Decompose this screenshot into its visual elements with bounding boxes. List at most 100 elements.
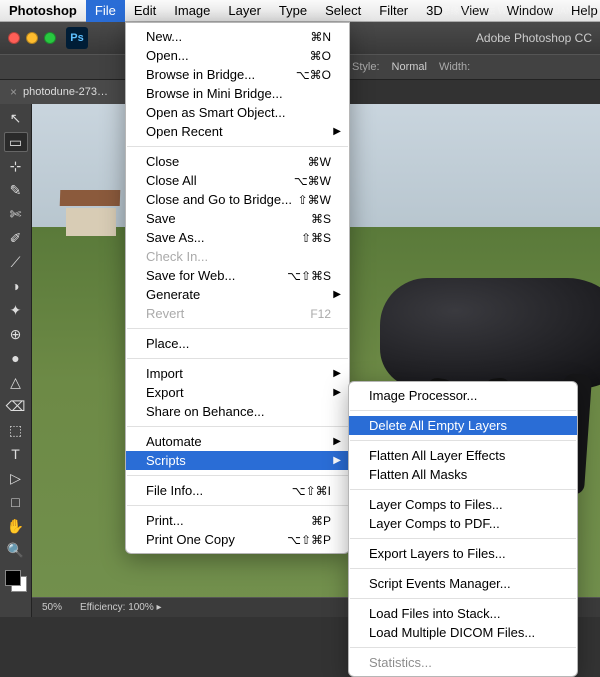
menu-item-label: Statistics... [369,655,432,670]
file-menu-item-export[interactable]: Export▶ [126,383,349,402]
style-dropdown[interactable]: Normal [392,61,427,73]
menu-item-label: Load Files into Stack... [369,606,501,621]
menu-item-label: Save As... [146,230,205,245]
menu-item-label: Flatten All Layer Effects [369,448,505,463]
file-menu-item-print[interactable]: Print... ⌘P [126,511,349,530]
menu-item-label: Open Recent [146,124,223,139]
tool-1[interactable]: ▭ [4,132,28,152]
file-menu-item-import[interactable]: Import▶ [126,364,349,383]
file-menu-item-print-one-copy[interactable]: Print One Copy⌥⇧⌘P [126,530,349,549]
file-menu-item-generate[interactable]: Generate ▶ [126,285,349,304]
menu-item-label: Export Layers to Files... [369,546,506,561]
tool-0[interactable]: ↖ [4,108,28,128]
submenu-arrow-icon: ▶ [333,289,341,300]
tool-4[interactable]: ✄ [4,204,28,224]
menu-item-label: Browse in Bridge... [146,67,255,82]
menu-filter[interactable]: Filter [370,0,417,22]
style-label: Style: [352,61,380,73]
file-menu-item-close-and-go-to-bridge[interactable]: Close and Go to Bridge...⇧⌘W [126,190,349,209]
file-menu-item-close-all[interactable]: Close All⌥⌘W [126,171,349,190]
tool-3[interactable]: ✎ [4,180,28,200]
scripts-menu-item-layer-comps-to-pdf[interactable]: Layer Comps to PDF... [349,514,577,533]
tool-15[interactable]: ▷ [4,468,28,488]
scripts-menu-item-flatten-all-layer-effects[interactable]: Flatten All Layer Effects [349,446,577,465]
menu-file[interactable]: File [86,0,125,22]
menu-item-label: Generate [146,287,200,302]
tool-9[interactable]: ⊕ [4,324,28,344]
file-menu-item-open[interactable]: Open... ⌘O [126,46,349,65]
scripts-menu-item-load-multiple-dicom-files[interactable]: Load Multiple DICOM Files... [349,623,577,642]
file-menu-item-new[interactable]: New...⌘N [126,27,349,46]
file-menu-item-save-as[interactable]: Save As... ⇧⌘S [126,228,349,247]
shortcut: ⌥⇧⌘S [287,269,331,283]
tool-18[interactable]: 🔍 [4,540,28,560]
tool-8[interactable]: ✦ [4,300,28,320]
menu-item-label: Close and Go to Bridge... [146,192,292,207]
file-menu-dropdown: New...⌘NOpen...⌘OBrowse in Bridge...⌥⌘OB… [125,22,350,554]
tool-5[interactable]: ✐ [4,228,28,248]
menu-item-label: Image Processor... [369,388,477,403]
tool-16[interactable]: □ [4,492,28,512]
scripts-menu-item-layer-comps-to-files[interactable]: Layer Comps to Files... [349,495,577,514]
menu-item-label: Scripts [146,453,186,468]
menu-item-label: Close [146,154,179,169]
file-menu-item-file-info[interactable]: File Info...⌥⇧⌘I [126,481,349,500]
chevron-right-icon[interactable]: ▸ [157,602,162,613]
file-menu-item-open-as-smart-object[interactable]: Open as Smart Object... [126,103,349,122]
scripts-menu-item-flatten-all-masks[interactable]: Flatten All Masks [349,465,577,484]
menu-item-label: Delete All Empty Layers [369,418,507,433]
scripts-menu-item-load-files-into-stack[interactable]: Load Files into Stack... [349,604,577,623]
window-minimize-button[interactable] [26,32,38,44]
file-menu-item-scripts[interactable]: Scripts ▶ [126,451,349,470]
scripts-menu-item-script-events-manager[interactable]: Script Events Manager... [349,574,577,593]
menu-select[interactable]: Select [316,0,370,22]
shortcut: ⌘N [310,30,331,44]
color-swatches[interactable] [5,570,27,592]
submenu-arrow-icon: ▶ [333,455,341,466]
tool-11[interactable]: △ [4,372,28,392]
menu-item-label: Print... [146,513,184,528]
menu-item-label: Revert [146,306,184,321]
menu-item-label: Share on Behance... [146,404,265,419]
menu-item-label: Check In... [146,249,208,264]
shortcut: ⌘O [310,49,331,63]
file-menu-item-save-for-web[interactable]: Save for Web... ⌥⇧⌘S [126,266,349,285]
menu-image[interactable]: Image [165,0,219,22]
menu-edit[interactable]: Edit [125,0,165,22]
file-menu-item-browse-in-bridge[interactable]: Browse in Bridge... ⌥⌘O [126,65,349,84]
app-menu[interactable]: Photoshop [0,0,86,22]
shortcut: ⌘P [311,514,331,528]
scripts-menu-item-image-processor[interactable]: Image Processor... [349,386,577,405]
file-menu-item-place[interactable]: Place... [126,334,349,353]
tool-7[interactable]: ◑ [4,276,28,296]
zoom-level[interactable]: 50% [42,602,62,613]
file-menu-item-share-on-behance[interactable]: Share on Behance... [126,402,349,421]
tool-6[interactable]: ⟋ [4,252,28,272]
menu-item-label: Open... [146,48,189,63]
tool-10[interactable]: ● [4,348,28,368]
tool-2[interactable]: ⊹ [4,156,28,176]
file-menu-item-close[interactable]: Close ⌘W [126,152,349,171]
menu-layer[interactable]: Layer [219,0,270,22]
menu-item-label: Import [146,366,183,381]
tool-13[interactable]: ⬚ [4,420,28,440]
shortcut: ⌘W [308,155,331,169]
scripts-menu-item-delete-all-empty-layers[interactable]: Delete All Empty Layers [349,416,577,435]
tool-17[interactable]: ✋ [4,516,28,536]
tool-14[interactable]: T [4,444,28,464]
menu-type[interactable]: Type [270,0,316,22]
menu-item-label: Save for Web... [146,268,235,283]
window-close-button[interactable] [8,32,20,44]
file-menu-item-automate[interactable]: Automate▶ [126,432,349,451]
file-menu-item-open-recent[interactable]: Open Recent▶ [126,122,349,141]
close-tab-icon[interactable]: × [10,85,17,99]
tool-12[interactable]: ⌫ [4,396,28,416]
shortcut: ⇧⌘S [301,231,331,245]
scripts-menu-item-statistics[interactable]: Statistics... [349,653,577,672]
scripts-menu-item-export-layers-to-files[interactable]: Export Layers to Files... [349,544,577,563]
file-menu-item-browse-in-mini-bridge[interactable]: Browse in Mini Bridge... [126,84,349,103]
app-icon: Ps [66,27,88,49]
file-menu-item-save[interactable]: Save⌘S [126,209,349,228]
shortcut: ⌥⌘O [296,68,331,82]
window-zoom-button[interactable] [44,32,56,44]
